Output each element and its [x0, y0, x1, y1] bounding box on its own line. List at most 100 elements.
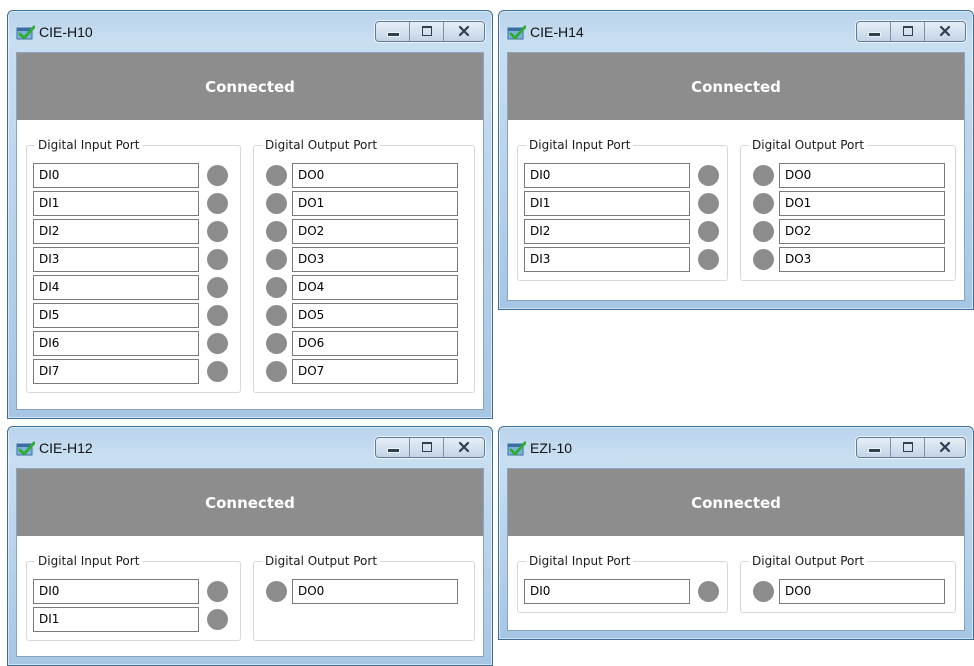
maximize-button[interactable] [410, 22, 444, 41]
digital-output-label: Digital Output Port [262, 553, 381, 569]
digital-input-label: Digital Input Port [526, 553, 634, 569]
digital-output-label: Digital Output Port [749, 137, 868, 153]
input-port-field: DI1 [33, 191, 199, 216]
window-cie-h14: CIE-H14 Connected Digital Input Port DI0 DI1… [498, 10, 974, 310]
output-led-button[interactable] [266, 193, 287, 214]
maximize-button[interactable] [891, 22, 925, 41]
input-led-icon [207, 581, 228, 602]
connection-status: Connected [17, 53, 483, 120]
output-led-button[interactable] [753, 193, 774, 214]
input-led-icon [698, 221, 719, 242]
output-led-button[interactable] [266, 277, 287, 298]
output-led-button[interactable] [753, 249, 774, 270]
output-port-field: DO0 [292, 163, 458, 188]
output-led-button[interactable] [753, 221, 774, 242]
input-port-field: DI5 [33, 303, 199, 328]
input-port-field: DI0 [33, 579, 199, 604]
output-port-field: DO7 [292, 359, 458, 384]
close-button[interactable] [925, 22, 965, 41]
input-led-icon [207, 249, 228, 270]
input-port-field: DI4 [33, 275, 199, 300]
output-port-field: DO4 [292, 275, 458, 300]
checkmark-window-icon [507, 441, 527, 456]
client-area: Connected Digital Input Port DI0 DI1 DI2 DI3 D… [16, 52, 484, 410]
input-led-icon [207, 193, 228, 214]
digital-input-label: Digital Input Port [35, 137, 143, 153]
output-port-field: DO0 [292, 579, 458, 604]
input-port-field: DI1 [524, 191, 690, 216]
window-title: CIE-H10 [39, 24, 93, 40]
digital-input-group: Digital Input Port DI0 DI1 DI2 DI3 [517, 137, 728, 281]
minimize-button[interactable] [376, 22, 410, 41]
window-title: CIE-H12 [39, 440, 93, 456]
input-port-field: DI0 [33, 163, 199, 188]
output-port-field: DO0 [779, 579, 945, 604]
digital-input-label: Digital Input Port [35, 553, 143, 569]
output-port-field: DO3 [292, 247, 458, 272]
input-led-icon [207, 165, 228, 186]
title-bar[interactable]: CIE-H10 [8, 11, 492, 51]
digital-output-group: Digital Output Port DO0 [740, 553, 956, 613]
input-led-icon [698, 581, 719, 602]
close-icon [444, 22, 484, 41]
output-led-button[interactable] [266, 305, 287, 326]
checkmark-window-icon [16, 441, 36, 456]
minimize-button[interactable] [857, 22, 891, 41]
input-led-icon [698, 165, 719, 186]
digital-input-group: Digital Input Port DI0 [517, 553, 728, 613]
output-port-field: DO1 [779, 191, 945, 216]
output-port-field: DO6 [292, 331, 458, 356]
output-led-button[interactable] [753, 581, 774, 602]
output-port-field: DO2 [779, 219, 945, 244]
output-led-button[interactable] [266, 249, 287, 270]
input-led-icon [207, 609, 228, 630]
client-area: Connected Digital Input Port DI0 Digital Ou… [507, 468, 965, 631]
output-led-button[interactable] [266, 221, 287, 242]
input-led-icon [207, 221, 228, 242]
input-port-field: DI6 [33, 331, 199, 356]
title-bar[interactable]: CIE-H12 [8, 427, 492, 467]
close-button[interactable] [444, 22, 484, 41]
output-led-button[interactable] [266, 581, 287, 602]
maximize-button[interactable] [891, 438, 925, 457]
caption-buttons [375, 21, 485, 42]
input-port-field: DI3 [33, 247, 199, 272]
input-port-field: DI0 [524, 579, 690, 604]
input-port-field: DI7 [33, 359, 199, 384]
close-button[interactable] [925, 438, 965, 457]
output-port-field: DO5 [292, 303, 458, 328]
client-area: Connected Digital Input Port DI0 DI1 DI2 DI3 D… [507, 52, 965, 301]
output-led-button[interactable] [266, 361, 287, 382]
digital-output-label: Digital Output Port [749, 553, 868, 569]
input-led-icon [207, 305, 228, 326]
title-bar[interactable]: CIE-H14 [499, 11, 973, 51]
input-port-field: DI1 [33, 607, 199, 632]
output-led-button[interactable] [753, 165, 774, 186]
input-port-field: DI2 [33, 219, 199, 244]
minimize-button[interactable] [857, 438, 891, 457]
close-button[interactable] [444, 438, 484, 457]
desktop: CIE-H10 Connected Digital Input Port DI0 DI1… [0, 0, 974, 666]
caption-buttons [856, 437, 966, 458]
close-icon [444, 438, 484, 457]
maximize-icon [903, 442, 913, 452]
input-led-icon [698, 193, 719, 214]
digital-input-group: Digital Input Port DI0 DI1 DI2 DI3 DI4 DI5 DI6 D… [26, 137, 241, 393]
minimize-icon [868, 448, 881, 453]
maximize-icon [422, 442, 432, 452]
title-bar[interactable]: EZI-10 [499, 427, 973, 467]
digital-input-group: Digital Input Port DI0 DI1 [26, 553, 241, 641]
window-ezi-10: EZI-10 Connected Digital Input Port DI0 Digi… [498, 426, 974, 640]
output-led-button[interactable] [266, 165, 287, 186]
close-icon [925, 438, 965, 457]
digital-output-label: Digital Output Port [262, 137, 381, 153]
output-port-field: DO3 [779, 247, 945, 272]
input-port-field: DI2 [524, 219, 690, 244]
minimize-icon [387, 448, 400, 453]
minimize-button[interactable] [376, 438, 410, 457]
output-led-button[interactable] [266, 333, 287, 354]
connection-status: Connected [508, 53, 964, 120]
digital-output-group: Digital Output Port DO0 [253, 553, 475, 641]
maximize-button[interactable] [410, 438, 444, 457]
window-title: CIE-H14 [530, 24, 584, 40]
